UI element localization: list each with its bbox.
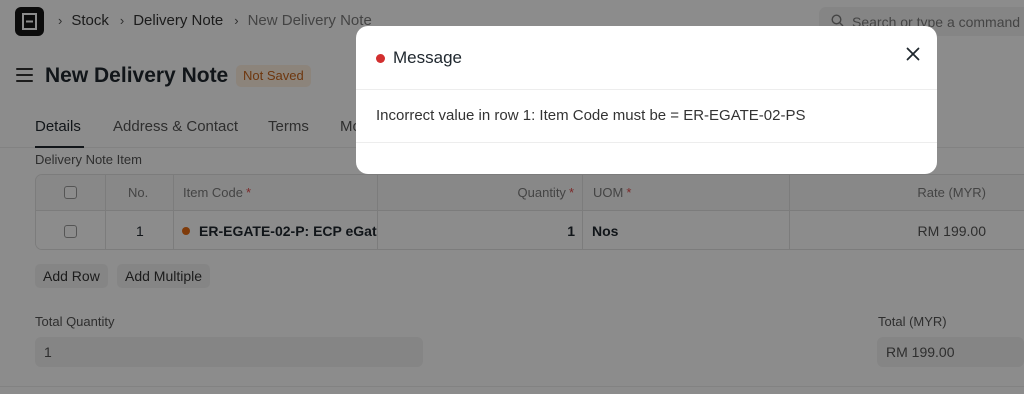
- close-icon: [906, 47, 920, 61]
- dialog-title: Message: [393, 48, 462, 67]
- dialog-message: Incorrect value in row 1: Item Code must…: [376, 107, 806, 124]
- error-indicator-icon: [376, 54, 385, 63]
- dialog-header: Message: [356, 26, 937, 90]
- close-button[interactable]: [901, 42, 925, 66]
- message-dialog: Message Incorrect value in row 1: Item C…: [356, 26, 937, 174]
- dialog-body: Incorrect value in row 1: Item Code must…: [356, 90, 937, 143]
